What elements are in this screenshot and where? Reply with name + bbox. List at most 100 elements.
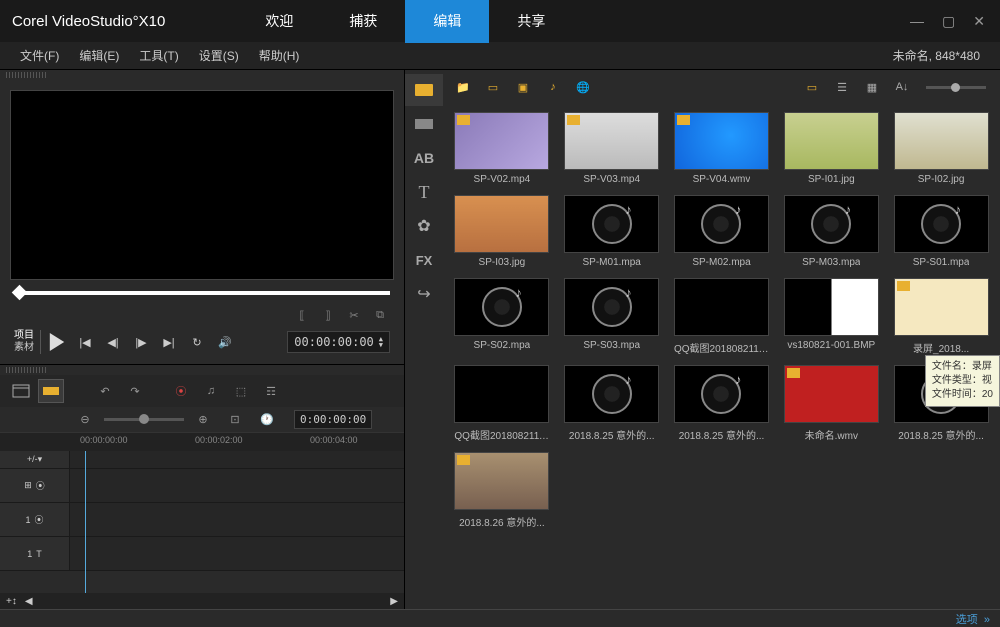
thumbnail[interactable] xyxy=(784,278,879,336)
view-grid-icon[interactable]: ▦ xyxy=(860,76,884,98)
video-track[interactable] xyxy=(70,469,404,502)
thumbnail-size-slider[interactable] xyxy=(926,86,986,89)
thumbnail[interactable] xyxy=(674,112,769,170)
library-item[interactable]: SP-V02.mp4 xyxy=(451,112,553,185)
undo-button[interactable]: ↶ xyxy=(92,379,118,403)
audio-mixer-button[interactable]: ♫ xyxy=(198,379,224,403)
library-item[interactable]: QQ截图20180821114... xyxy=(451,365,553,442)
fit-button[interactable]: ⊡ xyxy=(222,408,248,432)
library-item[interactable]: SP-S01.mpa xyxy=(890,195,992,268)
zoom-in-button[interactable]: ⊕ xyxy=(190,408,216,432)
library-item[interactable]: SP-I01.jpg xyxy=(780,112,882,185)
thumbnail[interactable] xyxy=(454,452,549,510)
volume-button[interactable]: 🔊 xyxy=(213,331,237,353)
category-instant[interactable] xyxy=(405,108,443,140)
overlay-track[interactable] xyxy=(70,503,404,536)
menu-settings[interactable]: 设置(S) xyxy=(189,47,249,64)
eye-icon[interactable]: ⊞ xyxy=(24,480,32,491)
library-item[interactable]: 未命名.wmv xyxy=(780,365,882,442)
playhead-icon[interactable] xyxy=(85,451,86,593)
preview-timecode[interactable]: 00:00:00:00 ▲▼ xyxy=(287,331,390,353)
filter-video-icon[interactable]: ▭ xyxy=(481,76,505,98)
thumbnail[interactable] xyxy=(454,112,549,170)
library-item[interactable]: SP-M01.mpa xyxy=(561,195,663,268)
category-title[interactable]: T xyxy=(405,176,443,208)
options-link[interactable]: 选项 » xyxy=(956,611,990,627)
thumbnail[interactable] xyxy=(454,278,549,336)
thumbnail[interactable] xyxy=(894,278,989,336)
scroll-right-icon[interactable]: ▶ xyxy=(390,596,398,607)
timeline-scrollbar[interactable]: +↕ ◀ ▶ xyxy=(0,593,404,609)
library-item[interactable]: SP-M02.mpa xyxy=(671,195,773,268)
prev-frame-button[interactable]: ◀| xyxy=(101,331,125,353)
play-button[interactable] xyxy=(45,331,69,353)
library-item[interactable]: 2018.8.25 意外的... xyxy=(561,365,663,442)
home-button[interactable]: |◀ xyxy=(73,331,97,353)
library-item[interactable]: SP-I03.jpg xyxy=(451,195,553,268)
menu-tools[interactable]: 工具(T) xyxy=(129,47,188,64)
thumbnail[interactable] xyxy=(784,365,879,423)
end-button[interactable]: ▶| xyxy=(157,331,181,353)
tab-capture[interactable]: 捕获 xyxy=(321,0,405,43)
view-list-icon[interactable]: ☰ xyxy=(830,76,854,98)
mark-in-icon[interactable]: ⟦ xyxy=(292,306,312,324)
library-item[interactable]: SP-S03.mpa xyxy=(561,278,663,355)
drag-handle-icon[interactable] xyxy=(6,367,46,373)
category-transition[interactable]: AB xyxy=(405,142,443,174)
library-item[interactable]: SP-I02.jpg xyxy=(890,112,992,185)
track-header-toggle[interactable]: +/-▾ xyxy=(0,451,70,468)
chapter-button[interactable]: ⬚ xyxy=(228,379,254,403)
thumbnail[interactable] xyxy=(564,278,659,336)
snapshot-icon[interactable]: ⧉ xyxy=(370,306,390,324)
thumbnail[interactable] xyxy=(784,112,879,170)
category-graphic[interactable]: ✿ xyxy=(405,210,443,242)
track-header-overlay[interactable]: 1⦿ xyxy=(0,503,70,536)
timeline-view-button[interactable] xyxy=(38,379,64,403)
thumbnail[interactable] xyxy=(564,365,659,423)
filter-audio-icon[interactable]: ♪ xyxy=(541,76,565,98)
record-button[interactable]: ⦿ xyxy=(168,379,194,403)
thumbnail[interactable] xyxy=(784,195,879,253)
library-item[interactable]: SP-S02.mpa xyxy=(451,278,553,355)
clock-icon[interactable]: 🕐 xyxy=(254,408,280,432)
next-frame-button[interactable]: |▶ xyxy=(129,331,153,353)
scroll-left-icon[interactable]: ◀ xyxy=(25,596,33,607)
filter-free-icon[interactable]: 🌐 xyxy=(571,76,595,98)
title-track[interactable] xyxy=(70,537,404,570)
thumbnail[interactable] xyxy=(894,195,989,253)
add-track-icon[interactable]: +↕ xyxy=(6,596,17,607)
category-filter[interactable]: FX xyxy=(405,244,443,276)
menu-edit[interactable]: 编辑(E) xyxy=(69,47,129,64)
library-item[interactable]: SP-M03.mpa xyxy=(780,195,882,268)
library-item[interactable]: SP-V03.mp4 xyxy=(561,112,663,185)
library-item[interactable]: SP-V04.wmv xyxy=(671,112,773,185)
close-button[interactable]: ✕ xyxy=(973,13,985,30)
category-media[interactable] xyxy=(405,74,443,106)
menu-help[interactable]: 帮助(H) xyxy=(249,47,310,64)
drag-handle-icon[interactable] xyxy=(6,72,46,78)
zoom-out-button[interactable]: ⊖ xyxy=(72,408,98,432)
scrub-handle-icon[interactable] xyxy=(12,285,28,301)
storyboard-view-button[interactable] xyxy=(8,379,34,403)
thumbnail[interactable] xyxy=(564,112,659,170)
maximize-button[interactable]: ▢ xyxy=(942,13,955,30)
thumbnail[interactable] xyxy=(454,195,549,253)
redo-button[interactable]: ↷ xyxy=(122,379,148,403)
scrubber[interactable] xyxy=(14,286,390,300)
timecode-down-icon[interactable]: ▼ xyxy=(379,342,383,348)
subtitle-button[interactable]: ☶ xyxy=(258,379,284,403)
minimize-button[interactable]: — xyxy=(910,13,924,30)
track-header-video[interactable]: ⊞⦿ xyxy=(0,469,70,502)
thumbnail[interactable] xyxy=(894,112,989,170)
tab-edit[interactable]: 编辑 xyxy=(405,0,489,43)
library-item[interactable]: QQ截图20180821114... xyxy=(671,278,773,355)
timeline-timecode[interactable]: 0:00:00:00 xyxy=(294,410,372,429)
tab-welcome[interactable]: 欢迎 xyxy=(237,0,321,43)
view-large-icon[interactable]: ▭ xyxy=(800,76,824,98)
library-item[interactable]: vs180821-001.BMP xyxy=(780,278,882,355)
category-path[interactable]: ↪ xyxy=(405,278,443,310)
library-item[interactable]: 录屏_2018... xyxy=(890,278,992,355)
thumbnail[interactable] xyxy=(564,195,659,253)
thumbnail[interactable] xyxy=(674,195,769,253)
tab-share[interactable]: 共享 xyxy=(489,0,573,43)
